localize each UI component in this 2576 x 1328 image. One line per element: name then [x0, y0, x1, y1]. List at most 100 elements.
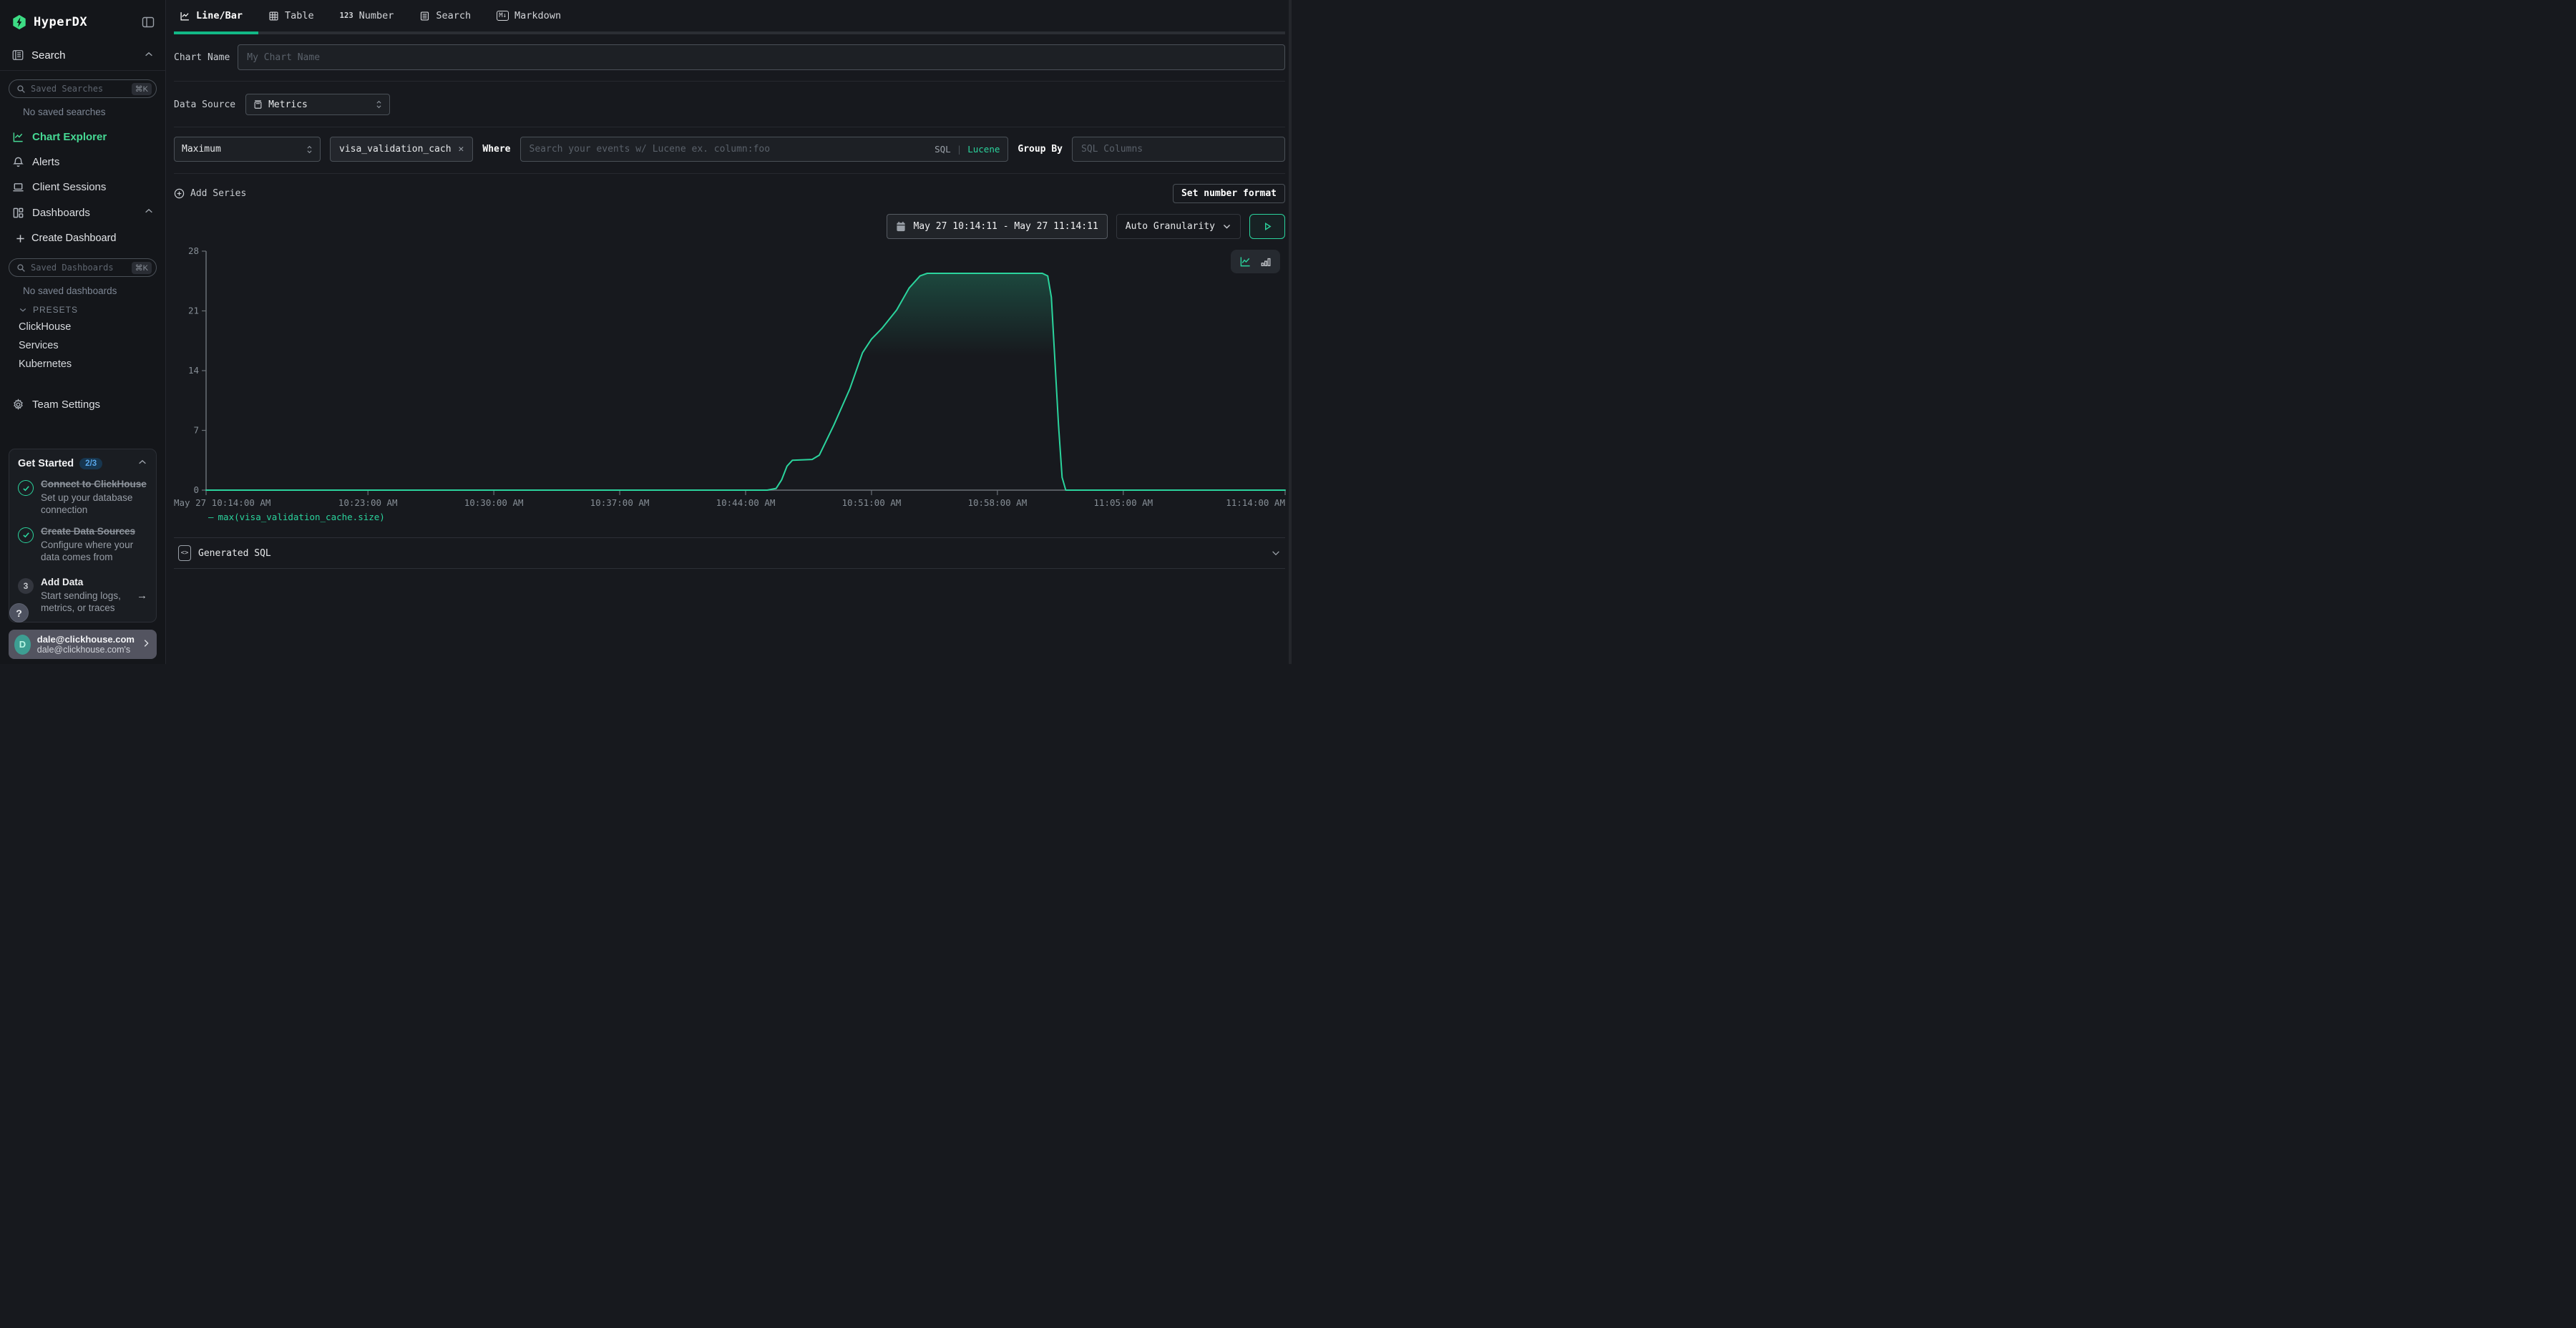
sidebar-item-chart-explorer[interactable]: Chart Explorer [0, 125, 165, 150]
sidebar-item-client-sessions[interactable]: Client Sessions [0, 175, 165, 200]
table-icon [268, 11, 279, 21]
svg-text:14: 14 [188, 365, 199, 376]
data-source-select[interactable]: Metrics [245, 94, 390, 115]
line-style-icon[interactable] [1239, 255, 1252, 268]
no-saved-dashboards-text: No saved dashboards [0, 277, 165, 299]
search-section-header[interactable]: Search [0, 37, 165, 71]
set-number-format-button[interactable]: Set number format [1173, 184, 1285, 203]
tab-underline-track [174, 31, 1285, 34]
saved-dashboards-placeholder: Saved Dashboards [31, 263, 127, 273]
line-chart[interactable]: 07142128May 27 10:14:00 AM10:23:00 AM10:… [174, 244, 1285, 510]
chart-line-icon [11, 131, 24, 143]
chart-area: 07142128May 27 10:14:00 AM10:23:00 AM10:… [174, 244, 1285, 522]
create-dashboard-button[interactable]: Create Dashboard [0, 225, 165, 250]
get-started-progress-badge: 2/3 [79, 458, 102, 469]
tab-table[interactable]: Table [263, 0, 320, 31]
data-source-value: Metrics [268, 99, 308, 110]
hyperdx-logo-icon [11, 14, 27, 30]
aggregation-select[interactable]: Maximum [174, 137, 321, 162]
run-query-button[interactable] [1249, 214, 1285, 239]
tab-label: Search [436, 10, 471, 21]
collapse-sidebar-icon[interactable] [141, 15, 155, 29]
get-started-step-1[interactable]: Connect to ClickHouse Set up your databa… [18, 479, 147, 517]
chevron-down-icon [19, 306, 27, 314]
svg-text:May 27 10:14:00 AM: May 27 10:14:00 AM [174, 497, 270, 508]
number-123-icon: 123 [340, 11, 353, 20]
sidebar-item-dashboards[interactable]: Dashboards [0, 200, 165, 225]
svg-text:11:05:00 AM: 11:05:00 AM [1093, 497, 1153, 508]
check-circle-icon [18, 527, 34, 543]
logo-row: HyperDX [0, 0, 165, 37]
user-menu[interactable]: D dale@clickhouse.com dale@clickhouse.co… [9, 630, 157, 659]
saved-searches-input[interactable]: Saved Searches ⌘K [9, 79, 157, 98]
no-saved-searches-text: No saved searches [0, 98, 165, 120]
tab-label: Markdown [514, 10, 561, 21]
chevron-down-icon [1222, 222, 1231, 231]
svg-text:28: 28 [188, 245, 199, 256]
sidebar-item-label: Client Sessions [32, 181, 106, 193]
chart-name-label: Chart Name [174, 52, 230, 63]
time-range-picker[interactable]: May 27 10:14:11 - May 27 11:14:11 [887, 214, 1107, 239]
get-started-step-2[interactable]: Create Data Sources Configure where your… [18, 526, 147, 564]
bell-icon [11, 156, 24, 168]
step-desc: Configure where your data comes from [41, 540, 147, 564]
laptop-icon [11, 181, 24, 193]
presets-toggle[interactable]: PRESETS [0, 299, 165, 318]
chart-legend[interactable]: — max(visa_validation_cache.size) [208, 512, 1285, 522]
svg-text:10:51:00 AM: 10:51:00 AM [842, 497, 902, 508]
layout-grid-icon [11, 207, 24, 219]
granularity-select[interactable]: Auto Granularity [1116, 214, 1241, 239]
legend-line-marker: — [208, 512, 214, 522]
get-started-card: Get Started 2/3 Connect to ClickHouse Se… [9, 449, 157, 622]
step-desc: Set up your database connection [41, 492, 147, 517]
chevron-up-icon[interactable] [144, 49, 154, 62]
lucene-mode-toggle[interactable]: Lucene [967, 144, 1000, 155]
chevron-up-icon[interactable] [137, 457, 147, 469]
chart-style-toggle[interactable] [1231, 250, 1280, 273]
metric-tag[interactable]: visa_validation_cach ✕ [330, 137, 473, 162]
avatar: D [14, 635, 31, 655]
bar-style-icon[interactable] [1260, 256, 1272, 268]
preset-kubernetes[interactable]: Kubernetes [0, 355, 165, 374]
plus-icon [16, 234, 25, 243]
add-series-button[interactable]: Add Series [174, 188, 246, 199]
plus-circle-icon [174, 188, 185, 199]
chart-type-tabbar: Line/Bar Table 123 Number Search M↓ Ma [166, 0, 1292, 34]
sidebar-item-label: Alerts [32, 156, 59, 168]
chevron-up-icon[interactable] [144, 206, 154, 219]
calendar-icon [896, 221, 906, 232]
get-started-step-3[interactable]: 3 Add Data Start sending logs, metrics, … [18, 577, 147, 615]
database-icon [253, 99, 263, 109]
tab-search[interactable]: Search [414, 0, 477, 31]
time-range-value: May 27 10:14:11 - May 27 11:14:11 [913, 221, 1098, 232]
help-button[interactable]: ? [9, 603, 29, 622]
preset-clickhouse[interactable]: ClickHouse [0, 318, 165, 336]
tab-line-bar[interactable]: Line/Bar [174, 0, 248, 31]
markdown-icon: M↓ [497, 11, 509, 21]
tab-label: Table [285, 10, 314, 21]
step-title: Create Data Sources [41, 526, 147, 538]
chart-name-input[interactable] [238, 44, 1285, 70]
where-label: Where [482, 144, 510, 155]
sidebar-item-label: Dashboards [32, 207, 90, 219]
user-subtext: dale@clickhouse.com's [37, 645, 135, 655]
tab-markdown[interactable]: M↓ Markdown [491, 0, 567, 31]
sidebar-item-team-settings[interactable]: Team Settings [0, 392, 165, 417]
arrow-right-icon: → [137, 590, 147, 602]
gear-icon [11, 399, 24, 411]
saved-dashboards-input[interactable]: Saved Dashboards ⌘K [9, 258, 157, 277]
generated-sql-toggle[interactable]: <> Generated SQL [174, 537, 1285, 569]
sidebar-item-label: Team Settings [32, 399, 100, 411]
create-dashboard-label: Create Dashboard [31, 233, 117, 244]
sql-mode-toggle[interactable]: SQL [935, 144, 951, 155]
preset-services[interactable]: Services [0, 336, 165, 355]
sidebar-item-alerts[interactable]: Alerts [0, 150, 165, 175]
svg-text:11:14:00 AM: 11:14:00 AM [1226, 497, 1285, 508]
tab-number[interactable]: 123 Number [334, 0, 400, 31]
scrollbar[interactable] [1289, 0, 1292, 664]
chevron-up-down-icon [376, 99, 382, 109]
play-icon [1263, 222, 1272, 231]
remove-metric-icon[interactable]: ✕ [459, 144, 464, 155]
main-panel: Line/Bar Table 123 Number Search M↓ Ma [166, 0, 1292, 664]
group-by-input[interactable] [1072, 137, 1285, 162]
